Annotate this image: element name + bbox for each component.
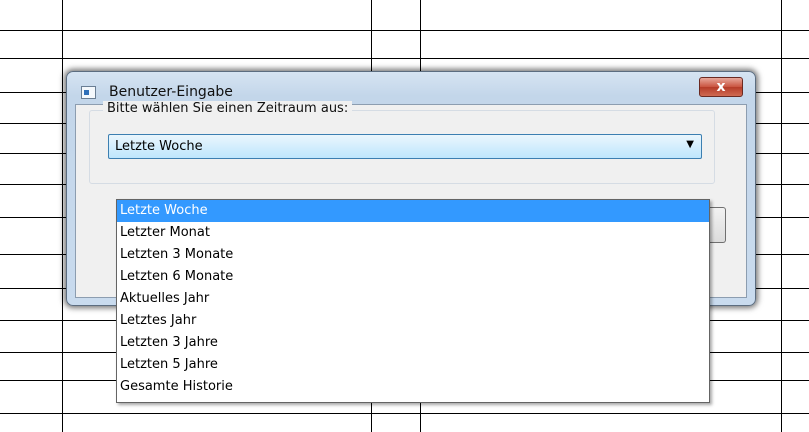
close-button[interactable]: x [699,77,743,97]
dropdown-item[interactable]: Letztes Jahr [117,310,709,332]
dropdown-item[interactable]: Letzten 6 Monate [117,266,709,288]
grid-line [0,58,809,59]
grid-line [781,0,782,432]
dialog-title: Benutzer-Eingabe [109,84,233,100]
chevron-down-icon[interactable]: ▼ [686,139,694,150]
period-combobox[interactable]: Letzte Woche ▼ [108,134,702,159]
period-dropdown-list[interactable]: Letzte Woche Letzter Monat Letzten 3 Mon… [116,199,710,403]
period-combobox-value: Letzte Woche [115,139,203,154]
dropdown-item[interactable]: Aktuelles Jahr [117,288,709,310]
dropdown-item[interactable]: Letzten 5 Jahre [117,354,709,376]
dropdown-item[interactable]: Gesamte Historie [117,376,709,398]
dropdown-item[interactable]: Letzten 3 Monate [117,244,709,266]
period-prompt-label: Bitte wählen Sie einen Zeitraum aus: [103,101,353,116]
dropdown-item[interactable]: Letzter Monat [117,222,709,244]
grid-line [0,413,809,414]
dropdown-item[interactable]: Letzte Woche [117,200,709,222]
grid-line [0,30,809,31]
window-icon [81,86,96,99]
dropdown-item[interactable]: Letzten 3 Jahre [117,332,709,354]
grid-line [62,0,63,432]
